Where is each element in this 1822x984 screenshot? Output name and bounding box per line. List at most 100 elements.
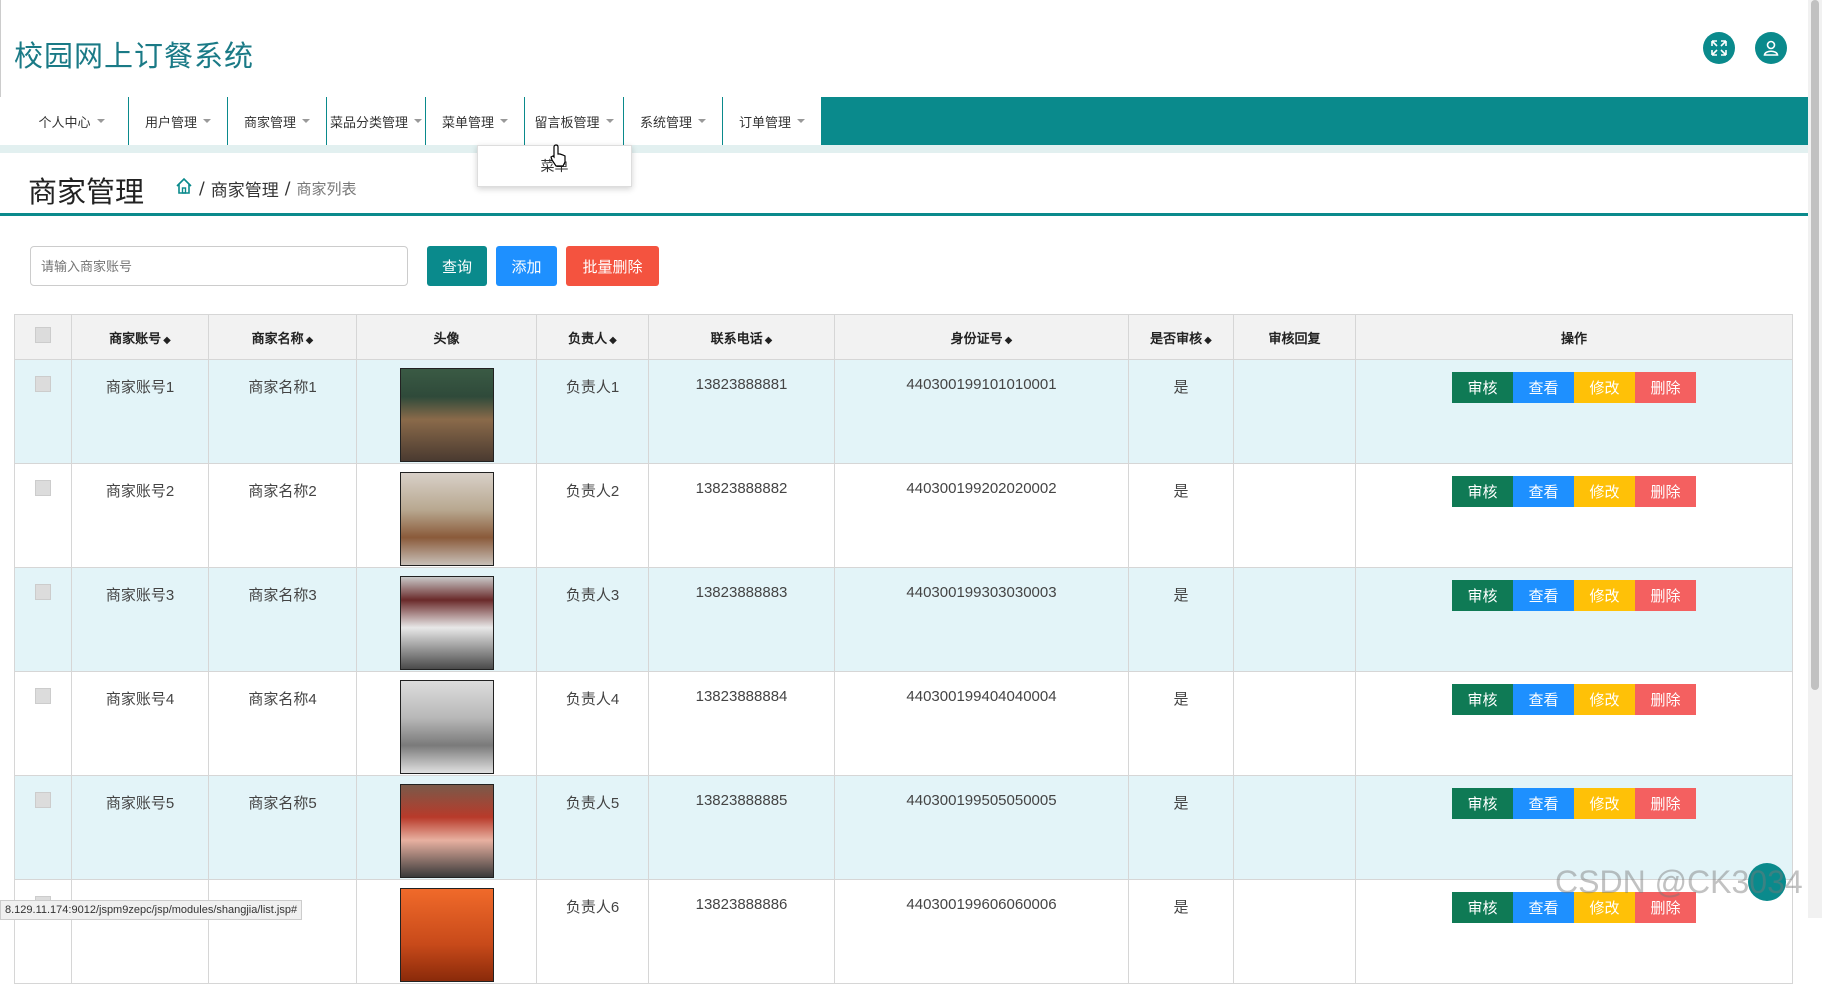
- nav-item[interactable]: 用户管理: [129, 97, 228, 145]
- merchant-account-search-input[interactable]: [30, 246, 408, 286]
- merchant-avatar-image[interactable]: [399, 576, 494, 670]
- cell-name: 商家名称4: [208, 671, 357, 776]
- nav-item[interactable]: 商家管理: [228, 97, 327, 145]
- table-row[interactable]: 商家账号4 商家名称4 负责人4 13823888884 440300199404040…: [14, 671, 1793, 776]
- cell-audited: 是: [1128, 775, 1234, 880]
- add-button[interactable]: 添加: [496, 246, 557, 286]
- table-row[interactable]: 商家账号3 商家名称3 负责人3 13823888883 440300199303030…: [14, 567, 1793, 672]
- breadcrumb-separator: /: [199, 178, 205, 199]
- delete-button[interactable]: 删除: [1635, 372, 1696, 403]
- edit-button[interactable]: 修改: [1574, 476, 1635, 507]
- merchant-avatar-image[interactable]: [399, 368, 494, 462]
- cell-ops: 审核 查看 修改 删除: [1355, 359, 1793, 464]
- user-icon[interactable]: [1755, 32, 1787, 64]
- sort-icon[interactable]: ◆: [609, 335, 617, 346]
- nav-item[interactable]: 个人中心: [15, 97, 129, 145]
- cell-name: 商家名称5: [208, 775, 357, 880]
- cell-account: 商家账号5: [71, 775, 209, 880]
- col-audited[interactable]: 是否审核 ◆: [1128, 314, 1234, 360]
- main-nav: 个人中心 用户管理 商家管理 菜品分类管理 菜单管理 留言板管理 系统管理 订单管理: [15, 97, 1808, 145]
- audit-button[interactable]: 审核: [1452, 476, 1513, 507]
- cell-avatar: [356, 359, 537, 464]
- nav-item-label: 留言板管理: [534, 115, 600, 131]
- merchant-avatar-image[interactable]: [399, 784, 494, 878]
- delete-button[interactable]: 删除: [1635, 580, 1696, 611]
- view-button[interactable]: 查看: [1513, 580, 1574, 611]
- nav-divider: [0, 145, 1808, 153]
- batch-delete-button[interactable]: 批量删除: [566, 246, 659, 286]
- col-idcard[interactable]: 身份证号 ◆: [834, 314, 1129, 360]
- nav-item[interactable]: 菜品分类管理: [327, 97, 426, 145]
- audit-button[interactable]: 审核: [1452, 372, 1513, 403]
- col-account[interactable]: 商家账号 ◆: [71, 314, 209, 360]
- caret-down-icon: [500, 119, 508, 123]
- page-title: 商家管理: [28, 175, 145, 209]
- col-name[interactable]: 商家名称 ◆: [208, 314, 357, 360]
- sort-icon[interactable]: ◆: [1204, 335, 1212, 346]
- nav-item[interactable]: 系统管理: [624, 97, 723, 145]
- fullscreen-icon[interactable]: [1703, 32, 1735, 64]
- hand-cursor-icon: [550, 144, 568, 172]
- cell-idcard: 440300199303030003: [834, 567, 1129, 672]
- delete-button[interactable]: 删除: [1635, 788, 1696, 819]
- scrollbar-thumb[interactable]: [1811, 0, 1819, 690]
- view-button[interactable]: 查看: [1513, 476, 1574, 507]
- table-row[interactable]: 商家账号2 商家名称2 负责人2 13823888882 440300199202020…: [14, 463, 1793, 568]
- sort-icon[interactable]: ◆: [163, 335, 171, 346]
- delete-button[interactable]: 删除: [1635, 476, 1696, 507]
- merchant-avatar-image[interactable]: [399, 472, 494, 566]
- sort-icon[interactable]: ◆: [306, 335, 314, 346]
- cell-phone: 13823888883: [648, 567, 835, 672]
- view-button[interactable]: 查看: [1513, 788, 1574, 819]
- nav-item[interactable]: 菜单管理: [426, 97, 525, 145]
- row-select-cell: [14, 879, 72, 984]
- table-row[interactable]: 负责人6 13823888886 440300199606060006 是审核 查看 修改…: [14, 879, 1793, 984]
- cell-phone: 13823888881: [648, 359, 835, 464]
- view-button[interactable]: 查看: [1513, 684, 1574, 715]
- cell-person: 负责人4: [536, 671, 649, 776]
- row-checkbox[interactable]: [35, 584, 51, 600]
- merchant-avatar-image[interactable]: [399, 680, 494, 774]
- col-avatar: 头像: [356, 314, 537, 360]
- nav-item-label: 个人中心: [38, 115, 91, 131]
- breadcrumb-section[interactable]: 商家管理: [211, 176, 279, 201]
- sort-icon[interactable]: ◆: [1005, 335, 1013, 346]
- cell-name: 商家名称2: [208, 463, 357, 568]
- edit-button[interactable]: 修改: [1574, 580, 1635, 611]
- cell-ops: 审核 查看 修改 删除: [1355, 567, 1793, 672]
- select-all-checkbox[interactable]: [35, 327, 51, 343]
- audit-button[interactable]: 审核: [1452, 580, 1513, 611]
- query-button[interactable]: 查询: [427, 246, 487, 286]
- caret-down-icon: [203, 119, 211, 123]
- view-button[interactable]: 查看: [1513, 372, 1574, 403]
- cell-audited: 是: [1128, 879, 1234, 984]
- col-person[interactable]: 负责人 ◆: [536, 314, 649, 360]
- table-row[interactable]: 商家账号5 商家名称5 负责人5 13823888885 440300199505050…: [14, 775, 1793, 880]
- merchant-avatar-image[interactable]: [399, 888, 494, 982]
- top-bar: 校园网上订餐系统: [0, 0, 1809, 97]
- breadcrumb-separator: /: [284, 178, 291, 199]
- audit-button[interactable]: 审核: [1452, 684, 1513, 715]
- cell-idcard: 440300199505050005: [834, 775, 1129, 880]
- row-checkbox[interactable]: [35, 792, 51, 808]
- col-phone[interactable]: 联系电话 ◆: [648, 314, 835, 360]
- edit-button[interactable]: 修改: [1574, 372, 1635, 403]
- sort-icon[interactable]: ◆: [765, 335, 773, 346]
- edit-button[interactable]: 修改: [1574, 788, 1635, 819]
- select-all-cell: [14, 314, 72, 360]
- audit-button[interactable]: 审核: [1452, 788, 1513, 819]
- home-icon[interactable]: [175, 177, 193, 200]
- table-row[interactable]: 商家账号1 商家名称1 负责人1 13823888881 440300199101010…: [14, 359, 1793, 464]
- app-title: 校园网上订餐系统: [14, 39, 255, 73]
- row-checkbox[interactable]: [35, 688, 51, 704]
- row-checkbox[interactable]: [35, 376, 51, 392]
- cell-account: [71, 879, 209, 984]
- audit-button[interactable]: 审核: [1452, 892, 1513, 923]
- delete-button[interactable]: 删除: [1635, 684, 1696, 715]
- row-checkbox[interactable]: [35, 480, 51, 496]
- edit-button[interactable]: 修改: [1574, 684, 1635, 715]
- cell-avatar: [356, 567, 537, 672]
- cell-idcard: 440300199606060006: [834, 879, 1129, 984]
- nav-item[interactable]: 留言板管理: [525, 97, 624, 145]
- nav-item[interactable]: 订单管理: [723, 97, 822, 145]
